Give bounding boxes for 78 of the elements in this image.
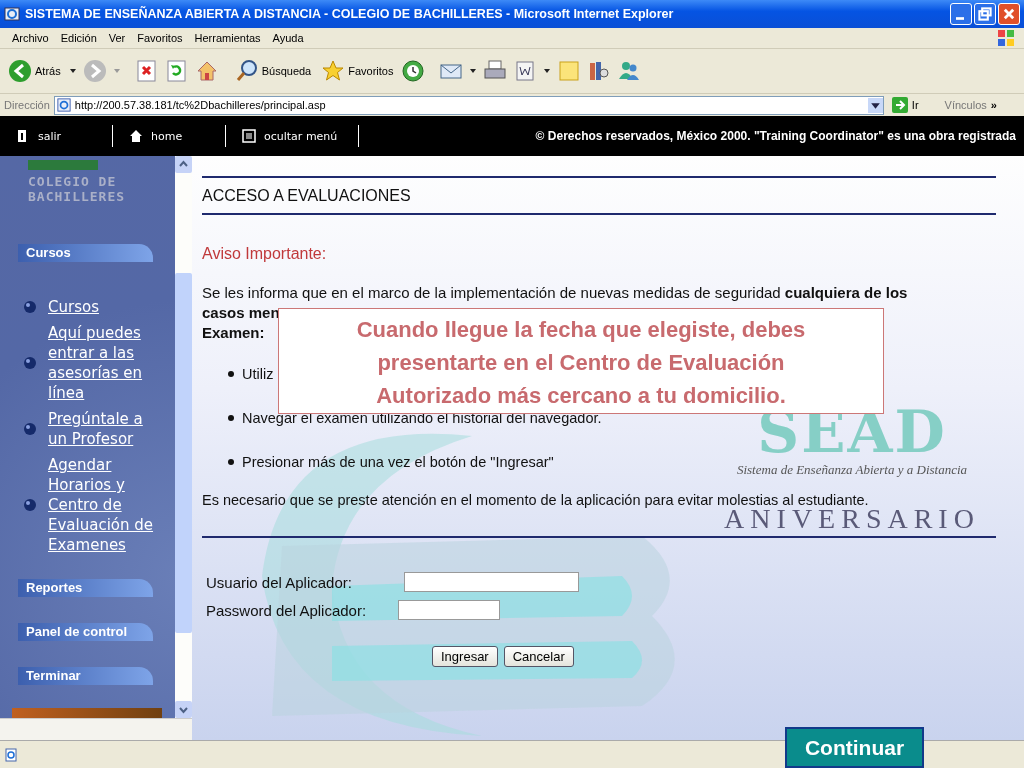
refresh-icon[interactable] [164,59,189,83]
form-button[interactable]: Cancelar [503,646,574,667]
books-icon[interactable] [587,59,612,83]
address-label: Dirección [4,99,50,111]
nav-link[interactable]: home [113,125,226,147]
home-icon [129,129,143,143]
scroll-down-icon[interactable] [175,701,192,718]
go-button[interactable]: Ir [887,97,923,113]
restore-button[interactable] [974,3,996,25]
menu-item[interactable]: Archivo [6,32,55,44]
scroll-up-icon[interactable] [175,156,192,173]
list-item: Utiliz [242,365,274,384]
sidebar-link[interactable]: Aquí puedes entrar a las asesorías en línea [48,323,158,403]
window-icon [242,129,256,143]
restore-icon [978,7,992,21]
logo-subtitle: Sistema de Enseñanza Abierta y a Distancia [736,462,968,478]
bullet-icon [24,357,36,369]
history-icon[interactable] [401,59,426,83]
close-button[interactable] [998,3,1020,25]
back-button[interactable]: Atrás [6,57,63,85]
bullet-icon [228,459,234,465]
menu-item[interactable]: Ayuda [266,32,310,44]
windows-logo-icon [996,28,1016,48]
dropdown-arrow-icon[interactable] [543,67,552,75]
stop-icon[interactable] [134,59,159,83]
sidebar-link[interactable]: Pregúntale a un Profesor [48,409,158,449]
address-field[interactable]: http://200.57.38.181/tc%2Dbachilleres/principal.asp [53,95,884,115]
notice-text: Se les informa que en el marco de la implementación de nuevas medidas de seguridad cualquiera de los [202,283,908,303]
nav-link[interactable]: salir [0,125,113,147]
menu-item[interactable]: Favoritos [131,32,189,44]
field-label: Password del Aplicador: [206,601,368,619]
search-icon [234,59,259,83]
notice-title: Aviso Importante: [202,245,328,263]
links-button[interactable]: Vínculos [944,99,987,111]
section-tab[interactable]: Cursos [18,244,153,262]
bullet-icon [228,371,234,377]
college-logo: COLEGIO DE BACHILLERES [28,160,158,204]
page-heading: ACCESO A EVALUACIONES [202,186,412,206]
browser-icon [4,6,20,22]
minimize-icon [956,17,964,20]
section-tab[interactable]: Terminar [18,667,153,685]
horizontal-scrollbar[interactable] [0,718,192,740]
bullet-icon [24,499,36,511]
minimize-button[interactable] [950,3,972,25]
bullet-icon [228,415,234,421]
window-title: SISTEMA DE ENSEÑANZA ABIERTA A DISTANCIA - COLEGIO DE BACHILLERES - Microsoft Internet Explorer [25,7,675,21]
sidebar-link[interactable]: Cursos [48,297,158,317]
search-button[interactable]: Búsqueda [232,57,314,85]
callout-box: Cuando llegue la fecha que elegiste, debes presentarte en el Centro de Evaluación Autorizado más cercano a tu domicilio. [278,308,884,414]
input-field[interactable] [404,572,579,592]
nav-link[interactable]: ocultar menú [226,125,359,147]
page-icon [56,98,71,112]
favorites-button[interactable]: Favoritos [319,57,396,85]
go-arrow-icon [891,97,908,113]
sidebar-link[interactable]: Agendar Horarios y Centro de Evaluación de Examenes [48,455,158,555]
page-icon [4,747,18,762]
menu-item[interactable]: Ver [102,32,132,44]
scrollbar[interactable] [175,156,192,718]
continue-button[interactable]: Continuar [785,727,924,768]
dropdown-arrow-icon[interactable] [68,67,77,75]
dropdown-arrow-icon[interactable] [469,67,478,75]
menu-item[interactable]: Herramientas [188,32,267,44]
star-icon [321,59,346,83]
notice-text: casos men [202,303,280,323]
section-tab[interactable]: Panel de control [18,623,153,641]
notice-text: Examen: [202,323,265,343]
input-field[interactable] [398,600,500,620]
section-tab[interactable]: Reportes [18,579,153,597]
copyright-text: © Derechos reservados, México 2000. "Training Coordinator" es una obra registrada [535,129,1017,143]
field-label: Usuario del Aplicador: [206,573,353,591]
menu-item[interactable]: Edición [54,32,103,44]
people-icon[interactable] [617,59,642,83]
list-item: Presionar más de una vez el botón de "Ingresar" [242,453,554,472]
form-button[interactable]: Ingresar [432,646,498,667]
bullet-icon [24,301,36,313]
close-icon [1002,7,1016,21]
more-links-button[interactable]: » [990,99,997,111]
bullet-icon [24,423,36,435]
